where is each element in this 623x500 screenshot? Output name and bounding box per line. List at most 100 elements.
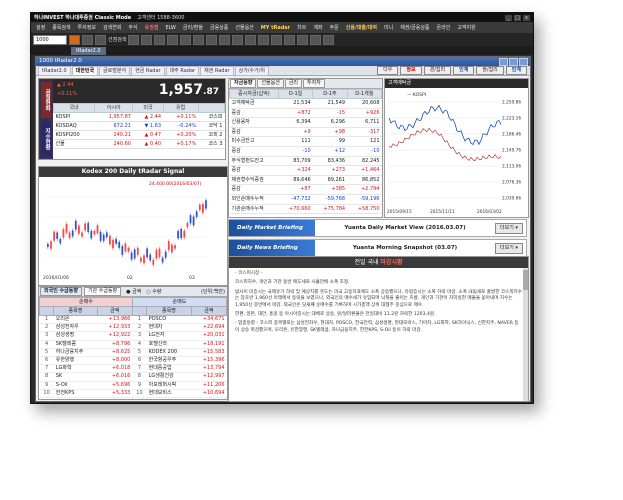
- market-briefing-row[interactable]: Daily Market Briefing Yuanta Daily Marke…: [228, 219, 527, 237]
- sell-stock-name[interactable]: KODEX 200: [146, 348, 192, 358]
- subtab-1[interactable]: 대한민국: [71, 65, 99, 76]
- tab-fund-flow[interactable]: 자금동향: [230, 79, 257, 88]
- toolbar-icon-10[interactable]: [219, 34, 231, 45]
- news-briefing-row[interactable]: Daily News Briefing Yuanta Morning Snaps…: [228, 239, 527, 257]
- table-row[interactable]: 4 SK텔레콤 +8,796 4 호텔신라 +18,191: [39, 340, 227, 349]
- toolbar-icon-14[interactable]: [271, 34, 283, 45]
- table-row[interactable]: 5 하나금융지주 +8,625 5 KODEX 200 +15,583: [39, 348, 227, 358]
- side-tab-market[interactable]: 공정현화: [41, 82, 51, 118]
- subtab-5[interactable]: 채권 Radar: [200, 65, 234, 76]
- sell-stock-name[interactable]: 현대차: [146, 323, 192, 333]
- table-row[interactable]: 3 삼성생명 +12,922 3 LG전자 +20,031: [39, 331, 227, 341]
- subtab-pill-4[interactable]: 쌍/집리: [476, 66, 504, 75]
- signal-chart[interactable]: 24,400.00(2016/03/07) 2016/01/06 02 03: [39, 177, 227, 283]
- market-briefing-more-button[interactable]: 더보기 ▾: [495, 222, 523, 234]
- buy-stock-name[interactable]: 오리온: [53, 315, 98, 325]
- sell-stock-name[interactable]: 현대모비스: [146, 389, 192, 399]
- menu-item-11[interactable]: 차트: [294, 24, 309, 31]
- table-row[interactable]: 기관순매수누적 +70,660 +75,784 +58,750: [229, 204, 382, 215]
- menu-item-6[interactable]: ELW: [162, 25, 178, 31]
- sell-stock-name[interactable]: 현대중공업: [146, 364, 192, 374]
- subtab-3[interactable]: 현금 Radar: [131, 65, 165, 76]
- quick-search-label[interactable]: 선점검색: [108, 36, 126, 43]
- toolbar-icon-18[interactable]: [323, 34, 335, 45]
- index-tab-asia[interactable]: 아시아: [94, 103, 134, 113]
- toolbar-icon-16[interactable]: [297, 34, 309, 45]
- toolbar-icon-15[interactable]: [284, 34, 296, 45]
- tab-tradar[interactable]: tRadar2.0: [71, 47, 106, 55]
- table-row[interactable]: 증감 +87 +385 +2,794: [229, 184, 382, 195]
- sell-stock-name[interactable]: 호텔신라: [146, 340, 192, 349]
- table-row[interactable]: 증감 +872 -15 +926: [229, 108, 382, 119]
- table-row[interactable]: 증감 -10 +12 -10: [229, 146, 382, 157]
- sell-stock-name[interactable]: 한국항공우주: [146, 356, 192, 366]
- menu-item-18[interactable]: 고객지원: [454, 24, 478, 31]
- table-row[interactable]: 8 SK +6,016 8 LG생활건강 +12,997: [39, 372, 227, 382]
- subtab-pill-0[interactable]: 다우: [377, 66, 399, 75]
- index-row[interactable]: KOSPI 1,957.87 ▲ 2.44 +0.11% 코스피: [53, 112, 225, 122]
- menu-item-0[interactable]: 설정: [33, 24, 48, 31]
- table-row[interactable]: 1 오리온 +13,966 1 POSCO +34,671: [39, 315, 227, 325]
- menu-item-14[interactable]: 신용/대출/대여: [343, 24, 380, 31]
- news-briefing-more-button[interactable]: 더보기 ▾: [495, 242, 523, 254]
- table-row[interactable]: 고객예탁금 21,534 21,549 20,608: [229, 98, 382, 109]
- news-scroll-thumb[interactable]: [523, 270, 528, 290]
- index-tab-us[interactable]: 미국: [132, 103, 164, 113]
- toolbar-icon-12[interactable]: [245, 34, 257, 45]
- maximize-button[interactable]: □: [514, 14, 521, 21]
- tradar-maximize-button[interactable]: [509, 57, 518, 66]
- minimize-button[interactable]: _: [505, 14, 512, 21]
- subtab-pill-3[interactable]: 인계: [453, 66, 475, 75]
- subtab-6[interactable]: 상가/수가/위: [234, 65, 269, 76]
- tab-futures[interactable]: 선물옵션: [257, 79, 284, 88]
- index-row[interactable]: 선물 240.60 ▲ 0.40 +0.17% 코스 3: [53, 139, 225, 149]
- toolbar-icon-9[interactable]: [206, 34, 218, 45]
- buy-stock-name[interactable]: SK텔레콤: [53, 340, 98, 349]
- sell-stock-name[interactable]: POSCO: [146, 315, 192, 325]
- buy-stock-name[interactable]: S-Oil: [53, 381, 98, 390]
- news-scrollbar[interactable]: [523, 268, 528, 401]
- search-icon[interactable]: [69, 34, 80, 45]
- table-row[interactable]: 신용융자 6,394 6,296 6,711: [229, 117, 382, 128]
- menu-item-8[interactable]: 금융상품: [207, 24, 231, 31]
- close-button[interactable]: x: [523, 14, 530, 21]
- menu-item-7[interactable]: 금리/환율: [180, 24, 206, 31]
- screen-number-input[interactable]: 1000: [33, 34, 67, 45]
- menu-item-1[interactable]: 종목검색: [49, 24, 73, 31]
- toolbar-icon-17[interactable]: [310, 34, 322, 45]
- table-row[interactable]: 6 유한양행 +8,000 6 한국항공우주 +15,396: [39, 356, 227, 366]
- toolbar-icon-3[interactable]: [128, 34, 140, 45]
- table-row[interactable]: 증감 +9 +98 -317: [229, 127, 382, 138]
- table-row[interactable]: 외인순매수누적 -47,732 -59,768 -59,196: [229, 194, 382, 205]
- index-tab-europe[interactable]: 유럽: [162, 103, 199, 113]
- tradar-close-button[interactable]: [519, 57, 528, 66]
- tab-foreign-flow[interactable]: 외국인 수급동향: [40, 287, 82, 296]
- sell-stock-name[interactable]: LG전자: [146, 331, 192, 341]
- table-row[interactable]: 9 S-Oil +5,696 9 아모레퍼시픽 +11,206: [39, 381, 227, 390]
- tradar-minimize-button[interactable]: [499, 57, 508, 66]
- menu-item-3[interactable]: 검색연회: [100, 24, 124, 31]
- toolbar-icon-4[interactable]: [141, 34, 153, 45]
- table-row[interactable]: 채권형수익증권 89,646 89,261 86,852: [229, 175, 382, 186]
- toolbar-icon-5[interactable]: [154, 34, 166, 45]
- table-row[interactable]: 주식형펀드잔고 83,709 83,436 82,245: [229, 156, 382, 167]
- buy-stock-name[interactable]: 하나금융지주: [53, 348, 98, 358]
- side-tab-index[interactable]: 지수현황: [41, 121, 51, 157]
- menu-item-12[interactable]: 계좌: [310, 24, 325, 31]
- radio-quantity[interactable]: ○ 수량: [146, 288, 161, 295]
- toolbar-icon-13[interactable]: [258, 34, 270, 45]
- menu-item-9[interactable]: 선물옵션: [232, 24, 256, 31]
- buy-stock-name[interactable]: 삼성전자우: [53, 323, 98, 333]
- menu-item-4[interactable]: 주식: [125, 24, 140, 31]
- menu-item-16[interactable]: 채권/금융상품: [397, 24, 432, 31]
- toolbar-icon-6[interactable]: [167, 34, 179, 45]
- table-row[interactable]: 증감 +324 +273 +1,464: [229, 165, 382, 176]
- menu-item-15[interactable]: 미니: [381, 24, 396, 31]
- index-tab-domestic[interactable]: 국내: [52, 103, 96, 113]
- subtab-4[interactable]: 대주 Radar: [165, 65, 200, 76]
- buy-stock-name[interactable]: 삼성생명: [53, 331, 98, 341]
- buy-stock-name[interactable]: 유한양행: [53, 356, 98, 366]
- table-row[interactable]: 2 삼성전자우 +12,933 2 현대차 +22,694: [39, 323, 227, 333]
- toolbar-icon-11[interactable]: [232, 34, 244, 45]
- subtab-pill-2[interactable]: 경/집리: [423, 66, 452, 75]
